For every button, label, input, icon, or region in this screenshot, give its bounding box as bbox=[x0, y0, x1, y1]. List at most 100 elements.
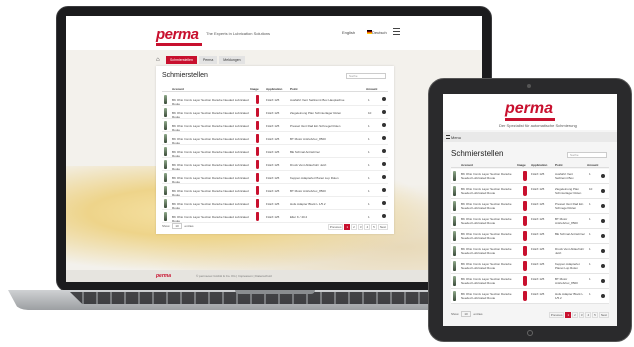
table-row[interactable]: BK Ohio Immix Layer Section Danube Neede… bbox=[451, 199, 609, 214]
tab-schmierstellen[interactable]: Schmierstellen bbox=[166, 56, 197, 64]
perma-logo[interactable]: perma bbox=[505, 100, 553, 118]
row-settings-icon[interactable] bbox=[601, 279, 605, 283]
pager-page-3[interactable]: 3 bbox=[357, 224, 364, 230]
cell-account[interactable]: BK Ohio Immix Layer Section Danube Neede… bbox=[461, 187, 517, 195]
table-row[interactable]: BK Ohio Immix Layer Section Danube Neede… bbox=[162, 171, 388, 184]
pager-page-5[interactable]: 5 bbox=[592, 312, 598, 318]
cell-account[interactable]: BK Ohio Immix Layer Section Danube Neede… bbox=[172, 163, 250, 171]
cell-account[interactable]: BK Ohio Immix Layer Section Danube Neede… bbox=[461, 232, 517, 240]
pager-previous[interactable]: Previous bbox=[327, 224, 344, 230]
table-row[interactable]: BK Ohio Immix Layer Section Danube Neede… bbox=[451, 259, 609, 274]
pager-page-4[interactable]: 4 bbox=[364, 224, 371, 230]
table-row[interactable]: BK Ohio Immix Layer Section Danube Neede… bbox=[451, 289, 609, 304]
page-size-select[interactable]: 10 bbox=[172, 223, 182, 229]
col-account[interactable]: Account bbox=[172, 87, 184, 91]
hamburger-menu-icon[interactable] bbox=[446, 135, 450, 139]
pager-page-2[interactable]: 2 bbox=[351, 224, 357, 230]
row-settings-icon[interactable] bbox=[382, 188, 386, 192]
tablet-menu-bar[interactable]: Menu bbox=[443, 132, 617, 142]
col-point[interactable]: Point bbox=[555, 163, 563, 167]
table-row[interactable]: BK Ohio Immix Layer Section Danube Neede… bbox=[162, 106, 388, 119]
cell-account[interactable]: BK Ohio Immix Layer Section Danube Neede… bbox=[172, 98, 250, 106]
table-row[interactable]: BK Ohio Immix Layer Section Danube Neede… bbox=[451, 184, 609, 199]
table-row[interactable]: BK Ohio Immix Layer Section Danube Neede… bbox=[451, 244, 609, 259]
cell-account[interactable]: BK Ohio Immix Layer Section Danube Neede… bbox=[172, 215, 250, 223]
row-settings-icon[interactable] bbox=[382, 149, 386, 153]
pager-page-1[interactable]: 1 bbox=[565, 312, 572, 318]
row-settings-icon[interactable] bbox=[382, 162, 386, 166]
cell-account[interactable]: BK Ohio Immix Layer Section Danube Neede… bbox=[172, 111, 250, 119]
col-image[interactable]: Image bbox=[517, 163, 526, 167]
table-row[interactable]: BK Ohio Immix Layer Section Danube Neede… bbox=[451, 169, 609, 184]
row-settings-icon[interactable] bbox=[382, 136, 386, 140]
pager-page-5[interactable]: 5 bbox=[371, 224, 377, 230]
table-row[interactable]: BK Ohio Immix Layer Section Danube Neede… bbox=[162, 93, 388, 106]
page-size-select[interactable]: 10 bbox=[461, 311, 471, 317]
row-settings-icon[interactable] bbox=[601, 219, 605, 223]
row-settings-icon[interactable] bbox=[601, 234, 605, 238]
cell-account[interactable]: BK Ohio Immix Layer Section Danube Neede… bbox=[461, 292, 517, 300]
row-settings-icon[interactable] bbox=[382, 97, 386, 101]
pager-next[interactable]: Next bbox=[598, 312, 609, 318]
search-input[interactable]: Suche bbox=[346, 73, 386, 79]
menu-label[interactable]: Menu bbox=[451, 135, 461, 140]
pager-next[interactable]: Next bbox=[377, 224, 388, 230]
pager-page-2[interactable]: 2 bbox=[572, 312, 578, 318]
col-image[interactable]: Image bbox=[250, 87, 259, 91]
search-input[interactable]: Suche bbox=[567, 152, 607, 158]
col-account[interactable]: Account bbox=[461, 163, 473, 167]
table-row[interactable]: BK Ohio Immix Layer Section Danube Neede… bbox=[162, 132, 388, 145]
row-settings-icon[interactable] bbox=[382, 201, 386, 205]
row-settings-icon[interactable] bbox=[382, 123, 386, 127]
row-settings-icon[interactable] bbox=[382, 214, 386, 218]
language-link[interactable]: English bbox=[342, 30, 355, 35]
cell-account[interactable]: BK Ohio Immix Layer Section Danube Neede… bbox=[172, 150, 250, 158]
cell-account[interactable]: BK Ohio Immix Layer Section Danube Neede… bbox=[461, 202, 517, 210]
col-amount[interactable]: Amount bbox=[587, 163, 598, 167]
pager-previous[interactable]: Previous bbox=[548, 312, 565, 318]
row-settings-icon[interactable] bbox=[601, 249, 605, 253]
table-row[interactable]: BK Ohio Immix Layer Section Danube Neede… bbox=[162, 210, 388, 223]
row-settings-icon[interactable] bbox=[601, 189, 605, 193]
pager-page-1[interactable]: 1 bbox=[344, 224, 351, 230]
table-row[interactable]: BK Ohio Immix Layer Section Danube Neede… bbox=[162, 119, 388, 132]
pager-page-4[interactable]: 4 bbox=[585, 312, 592, 318]
pager-page-3[interactable]: 3 bbox=[578, 312, 585, 318]
cell-account[interactable]: BK Ohio Immix Layer Section Danube Neede… bbox=[172, 202, 250, 210]
language-dropdown[interactable]: Deutsch bbox=[372, 30, 387, 35]
cell-account[interactable]: BK Ohio Immix Layer Section Danube Neede… bbox=[461, 247, 517, 255]
table-row[interactable]: BK Ohio Immix Layer Section Danube Neede… bbox=[451, 274, 609, 289]
tablet-home-button[interactable] bbox=[527, 330, 533, 336]
cell-account[interactable]: BK Ohio Immix Layer Section Danube Neede… bbox=[461, 262, 517, 270]
cell-account[interactable]: BK Ohio Immix Layer Section Danube Neede… bbox=[172, 176, 250, 184]
table-row[interactable]: BK Ohio Immix Layer Section Danube Neede… bbox=[451, 229, 609, 244]
row-settings-icon[interactable] bbox=[601, 294, 605, 298]
tab-perma[interactable]: Perma bbox=[198, 56, 218, 64]
hamburger-menu-icon[interactable] bbox=[393, 28, 400, 35]
cell-account[interactable]: BK Ohio Immix Layer Section Danube Neede… bbox=[172, 189, 250, 197]
lubrication-point-thumbnail-icon bbox=[164, 95, 167, 104]
cell-account[interactable]: BK Ohio Immix Layer Section Danube Neede… bbox=[172, 124, 250, 132]
col-application[interactable]: Application bbox=[531, 163, 547, 167]
cell-account[interactable]: BK Ohio Immix Layer Section Danube Neede… bbox=[461, 277, 517, 285]
cell-account[interactable]: BK Ohio Immix Layer Section Danube Neede… bbox=[172, 137, 250, 145]
row-settings-icon[interactable] bbox=[601, 204, 605, 208]
table-row[interactable]: BK Ohio Immix Layer Section Danube Neede… bbox=[451, 214, 609, 229]
table-row[interactable]: BK Ohio Immix Layer Section Danube Neede… bbox=[162, 184, 388, 197]
cell-account[interactable]: BK Ohio Immix Layer Section Danube Neede… bbox=[461, 172, 517, 180]
col-amount[interactable]: Amount bbox=[366, 87, 377, 91]
perma-logo[interactable]: perma bbox=[156, 26, 199, 43]
row-settings-icon[interactable] bbox=[601, 264, 605, 268]
col-point[interactable]: Point bbox=[290, 87, 298, 91]
home-icon[interactable]: ⌂ bbox=[156, 56, 164, 64]
footer-logo[interactable]: perma bbox=[156, 273, 171, 279]
cell-account[interactable]: BK Ohio Immix Layer Section Danube Neede… bbox=[461, 217, 517, 225]
tab-meldungen[interactable]: Meldungen bbox=[219, 56, 245, 64]
table-row[interactable]: BK Ohio Immix Layer Section Danube Neede… bbox=[162, 197, 388, 210]
table-row[interactable]: BK Ohio Immix Layer Section Danube Neede… bbox=[162, 145, 388, 158]
row-settings-icon[interactable] bbox=[382, 175, 386, 179]
col-application[interactable]: Application bbox=[266, 87, 282, 91]
row-settings-icon[interactable] bbox=[601, 174, 605, 178]
row-settings-icon[interactable] bbox=[382, 110, 386, 114]
table-row[interactable]: BK Ohio Immix Layer Section Danube Neede… bbox=[162, 158, 388, 171]
